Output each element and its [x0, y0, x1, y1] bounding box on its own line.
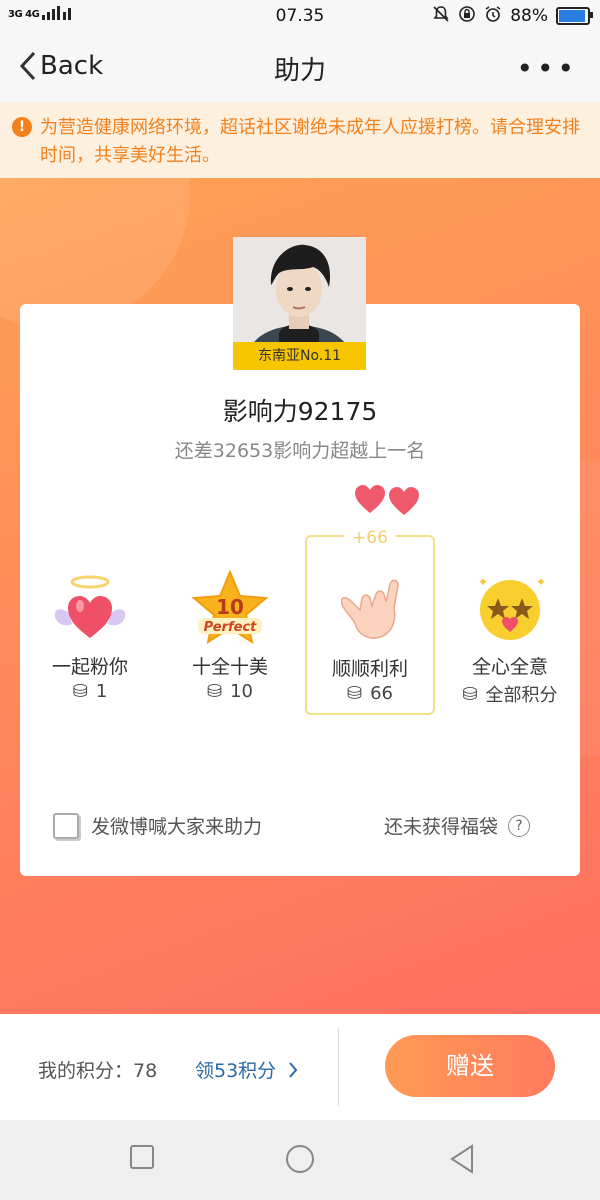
- svg-text:Perfect: Perfect: [204, 620, 258, 635]
- notice-banner: ! 为营造健康网络环境，超话社区谢绝未成年人应援打榜。请合理安排时间，共享美好生…: [0, 102, 600, 178]
- chevron-right-icon: [289, 1061, 298, 1078]
- gift-perfect-ten[interactable]: 10 Perfect 十全十美 ⛁ 10: [165, 535, 295, 715]
- battery-percent: 88%: [510, 6, 548, 26]
- coin-icon: ⛁: [207, 681, 223, 702]
- recent-apps-icon[interactable]: [129, 1144, 155, 1174]
- gift-smooth-luck[interactable]: +66 顺顺利利 ⛁ 66: [305, 528, 435, 715]
- coin-icon: ⛁: [72, 681, 88, 702]
- back-triangle-icon[interactable]: [448, 1144, 476, 1178]
- page-title: 助力: [273, 56, 326, 86]
- share-label: 发微博喊大家来助力: [91, 816, 263, 838]
- notice-text: 为营造健康网络环境，超话社区谢绝未成年人应援打榜。请合理安排时间，共享美好生活。: [40, 117, 580, 166]
- bonus-label: +66: [307, 528, 433, 548]
- influence-score: 影响力92175: [222, 397, 378, 426]
- gift-whole-heart[interactable]: ✦ ✦ 全心全意 ⛁ 全部积分: [445, 535, 575, 715]
- gift-cost: ⛁ 1: [72, 681, 108, 702]
- gift-cost: ⛁ 全部积分: [462, 683, 558, 707]
- checkbox-icon[interactable]: [53, 812, 79, 839]
- perfect-10-star-icon: 10 Perfect: [190, 569, 270, 645]
- lucky-bag-status[interactable]: 还未获得福袋 ?: [384, 812, 531, 839]
- gift-name: 十全十美: [191, 656, 268, 678]
- svg-text:10: 10: [216, 595, 244, 619]
- more-options-icon[interactable]: •••: [516, 52, 578, 85]
- my-points: 我的积分：78: [38, 1060, 158, 1082]
- home-icon[interactable]: [285, 1144, 315, 1178]
- system-nav-bar: [0, 1120, 600, 1200]
- influence-gap-text: 还差32653影响力超越上一名: [174, 440, 426, 462]
- help-icon[interactable]: ?: [508, 814, 531, 837]
- gift-name: 一起粉你: [51, 656, 128, 678]
- star-eyes-emoji-icon: ✦ ✦: [470, 570, 550, 645]
- share-weibo-checkbox[interactable]: 发微博喊大家来助力: [53, 812, 262, 839]
- svg-text:✦: ✦: [536, 575, 546, 589]
- alarm-icon: [484, 5, 502, 27]
- coin-icon: ⛁: [347, 683, 363, 704]
- claim-points-link[interactable]: 领53积分: [195, 1056, 298, 1083]
- rotation-lock-icon: [458, 5, 476, 27]
- gift-fan-you[interactable]: 一起粉你 ⛁ 1: [25, 535, 155, 715]
- gift-name: 全心全意: [471, 656, 548, 678]
- status-bar: 3G 4G 07.35 88%: [0, 0, 600, 32]
- gift-cost: ⛁ 66: [347, 683, 393, 704]
- winged-heart-icon: [50, 570, 130, 645]
- gift-options: 一起粉你 ⛁ 1 10 Perfect 十全十美 ⛁ 10 +66 顺顺利利 ⛁…: [20, 528, 580, 715]
- action-bar: 我的积分：78 领53积分 赠送: [0, 1014, 600, 1120]
- hearts-icon: [354, 484, 420, 520]
- nav-bar: Back 助力 •••: [0, 32, 600, 102]
- coin-icon: ⛁: [462, 683, 478, 705]
- battery-icon: [556, 7, 593, 25]
- gift-name: 顺顺利利: [331, 658, 408, 680]
- gift-cost: ⛁ 10: [207, 681, 253, 702]
- give-button[interactable]: 赠送: [385, 1035, 555, 1097]
- lucky-bag-label: 还未获得福袋: [384, 816, 499, 838]
- hang-loose-hand-icon: [332, 572, 412, 647]
- warning-icon: !: [12, 117, 32, 137]
- svg-text:✦: ✦: [478, 575, 488, 589]
- mute-bell-icon: [432, 5, 450, 27]
- idol-avatar: 东南亚No.11: [233, 237, 366, 370]
- rank-badge: 东南亚No.11: [233, 342, 366, 370]
